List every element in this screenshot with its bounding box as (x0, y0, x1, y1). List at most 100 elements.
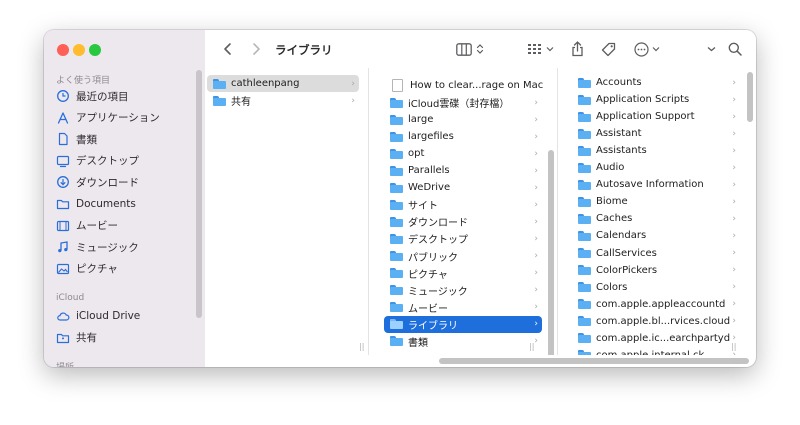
sidebar-item-folder[interactable]: Documents (56, 194, 136, 214)
sidebar-item-apps[interactable]: アプリケーション (56, 108, 160, 128)
tag-button[interactable] (599, 40, 617, 58)
folder-icon (578, 179, 591, 190)
desktop-icon (56, 154, 70, 168)
horizontal-scrollbar[interactable] (439, 358, 749, 364)
list-item[interactable]: ダウンロード › (384, 213, 542, 230)
item-name: iCloud雲碟（封存檔） (408, 99, 510, 111)
forward-button[interactable] (249, 40, 263, 58)
list-item[interactable]: iCloud雲碟（封存檔） › (384, 94, 542, 111)
sidebar-item-label: ミュージック (76, 241, 139, 254)
list-item[interactable]: パブリック › (384, 248, 542, 265)
item-name: ピクチャ (408, 269, 448, 281)
list-item[interactable]: Audio › (572, 159, 740, 176)
list-item[interactable]: ミュージック › (384, 282, 542, 299)
list-item[interactable]: デスクトップ › (384, 230, 542, 247)
list-item[interactable]: ライブラリ › (384, 315, 542, 333)
list-item[interactable]: com.apple.ic...earchpartyd › (572, 330, 740, 347)
chevron-right-icon: › (732, 213, 736, 224)
list-item[interactable]: opt › (384, 145, 542, 162)
column-library-scrollbar[interactable] (747, 72, 753, 122)
chevron-right-icon: › (732, 350, 736, 355)
chevron-right-icon: › (534, 268, 538, 279)
ellipsis-circle-icon (634, 41, 649, 57)
list-item[interactable]: com.apple.internal.ck › (572, 347, 740, 355)
window-title: ライブラリ (275, 43, 333, 57)
list-item[interactable]: ムービー › (384, 299, 542, 316)
sidebar-item-desktop[interactable]: デスクトップ (56, 151, 139, 171)
chevron-left-icon (224, 43, 231, 55)
list-item[interactable]: サイト › (384, 196, 542, 213)
document-icon (392, 79, 403, 92)
column-resize-handle[interactable]: || (359, 342, 364, 351)
list-item[interactable]: Colors › (572, 279, 740, 296)
column-resize-handle[interactable]: || (731, 342, 736, 351)
sidebar-item-document[interactable]: 書類 (56, 129, 97, 149)
search-button[interactable] (727, 40, 743, 58)
column-user: cathleenpang › 共有 › || (205, 68, 369, 355)
list-item[interactable]: How to clear...rage on Mac (384, 77, 543, 94)
list-item[interactable]: com.apple.appleaccountd › (572, 296, 740, 313)
group-button[interactable] (525, 40, 555, 58)
item-name: Calendars (596, 230, 647, 242)
chevron-right-icon: › (534, 285, 538, 296)
list-item[interactable]: WeDrive › (384, 179, 542, 196)
view-mode-button[interactable] (453, 40, 487, 58)
folder-icon (578, 94, 591, 105)
list-item[interactable]: Application Scripts › (572, 91, 740, 108)
list-item[interactable]: Autosave Information › (572, 176, 740, 193)
chevron-down-icon (652, 47, 660, 52)
zoom-window-button[interactable] (89, 44, 101, 56)
column-home-scrollbar[interactable] (548, 150, 554, 355)
list-item[interactable]: Assistant › (572, 125, 740, 142)
list-item[interactable]: Accounts › (572, 74, 740, 91)
overflow-menu-button[interactable] (705, 40, 717, 58)
sidebar-item-shared-folder[interactable]: 共有 (56, 328, 97, 348)
list-item[interactable]: Parallels › (384, 162, 542, 179)
list-item[interactable]: large › (384, 111, 542, 128)
sidebar-item-download[interactable]: ダウンロード (56, 172, 139, 192)
item-name: Assistant (596, 128, 642, 140)
sidebar-item-cloud[interactable]: iCloud Drive (56, 306, 140, 326)
minimize-window-button[interactable] (73, 44, 85, 56)
more-actions-button[interactable] (633, 40, 661, 58)
list-item[interactable]: 書類 › (384, 333, 542, 350)
chevron-right-icon: › (534, 148, 538, 159)
chevron-right-icon: › (732, 282, 736, 293)
item-name: 書類 (408, 337, 428, 349)
chevron-right-icon: › (534, 216, 538, 227)
list-item[interactable]: Application Support › (572, 108, 740, 125)
close-window-button[interactable] (57, 44, 69, 56)
list-item[interactable]: cathleenpang › (207, 75, 359, 92)
grid-group-icon (527, 44, 541, 54)
list-item[interactable]: largefiles › (384, 128, 542, 145)
item-name: Parallels (408, 165, 450, 177)
folder-icon (390, 285, 403, 296)
folder-icon (390, 182, 403, 193)
sidebar-item-photo[interactable]: ピクチャ (56, 259, 118, 279)
list-item[interactable]: CallServices › (572, 245, 740, 262)
sidebar-item-music[interactable]: ミュージック (56, 237, 139, 257)
list-item[interactable]: Biome › (572, 193, 740, 210)
list-item[interactable]: 共有 › (207, 92, 359, 109)
sidebar-item-clock[interactable]: 最近の項目 (56, 86, 129, 106)
sidebar-item-film[interactable]: ムービー (56, 216, 118, 236)
folder-icon (390, 216, 403, 227)
column-resize-handle[interactable]: || (529, 342, 534, 351)
list-item[interactable]: Assistants › (572, 142, 740, 159)
item-name: largefiles (408, 131, 454, 143)
chevron-right-icon: › (732, 248, 736, 258)
photo-icon (56, 262, 70, 276)
list-item[interactable]: ピクチャ › (384, 265, 542, 282)
share-button[interactable] (569, 40, 585, 58)
list-item[interactable]: Caches › (572, 210, 740, 227)
list-item[interactable]: Calendars › (572, 227, 740, 244)
list-item[interactable]: ColorPickers › (572, 262, 740, 279)
folder-icon (390, 233, 403, 244)
sidebar-scrollbar[interactable] (196, 70, 202, 318)
sidebar-item-label: 書類 (76, 133, 97, 146)
chevron-right-icon: › (534, 302, 538, 313)
back-button[interactable] (221, 40, 235, 58)
folder-icon (578, 333, 591, 344)
list-item[interactable]: com.apple.bl...rvices.cloud › (572, 313, 740, 330)
folder-icon (213, 78, 226, 89)
